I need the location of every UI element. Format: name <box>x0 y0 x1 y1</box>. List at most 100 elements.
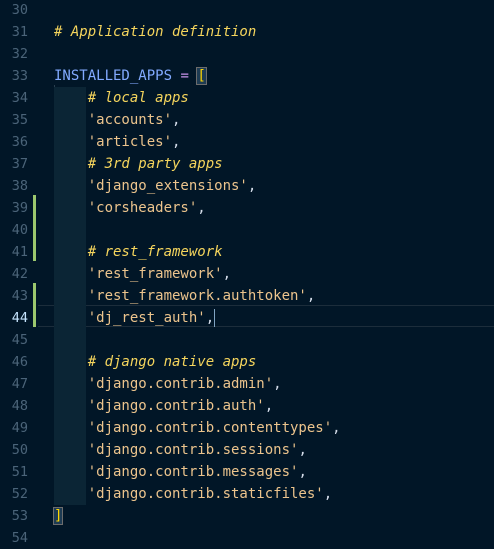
punctuation-token: , <box>172 112 181 128</box>
line-number: 37 <box>11 156 28 172</box>
punctuation-token: , <box>197 200 206 216</box>
operator-token: = <box>180 68 189 84</box>
punctuation-token <box>54 376 88 392</box>
code-line[interactable]: 54 <box>0 527 494 549</box>
code-line[interactable]: 50 'django.contrib.sessions', <box>0 439 494 461</box>
line-content: 'django.contrib.admin', <box>54 373 282 395</box>
line-number: 31 <box>11 24 28 40</box>
code-line[interactable]: 41 # rest_framework <box>0 241 494 263</box>
line-content: # django native apps <box>54 351 257 373</box>
code-line[interactable]: 49 'django.contrib.contenttypes', <box>0 417 494 439</box>
punctuation-token <box>54 156 88 172</box>
line-number: 45 <box>11 332 28 348</box>
line-number: 53 <box>11 508 28 524</box>
code-line[interactable]: 38 'django_extensions', <box>0 175 494 197</box>
code-line[interactable]: 51 'django.contrib.messages', <box>0 461 494 483</box>
indent-region <box>54 219 86 241</box>
code-line[interactable]: 44 'dj_rest_auth', <box>0 307 494 329</box>
line-number: 33 <box>11 68 28 84</box>
line-number: 47 <box>11 376 28 392</box>
punctuation-token <box>54 134 88 150</box>
code-line[interactable]: 48 'django.contrib.auth', <box>0 395 494 417</box>
punctuation-token <box>54 266 88 282</box>
line-content: 'django.contrib.auth', <box>54 395 273 417</box>
punctuation-token: , <box>264 398 274 414</box>
string-token: 'dj_rest_auth' <box>87 310 206 326</box>
punctuation-token <box>54 244 88 260</box>
punctuation-token <box>54 178 88 194</box>
code-line[interactable]: 53] <box>0 505 494 527</box>
punctuation-token <box>54 288 88 304</box>
line-number: 51 <box>11 464 28 480</box>
punctuation-token: , <box>222 266 232 282</box>
code-line[interactable]: 43 'rest_framework.authtoken', <box>0 285 494 307</box>
code-line[interactable]: 47 'django.contrib.admin', <box>0 373 494 395</box>
string-token: 'django.contrib.sessions' <box>87 442 299 458</box>
code-line[interactable]: 37 # 3rd party apps <box>0 153 494 175</box>
line-content: 'django.contrib.messages', <box>54 461 307 483</box>
string-token: 'articles' <box>87 134 173 150</box>
line-content: 'rest_framework', <box>54 263 231 285</box>
line-content: 'articles', <box>54 131 181 153</box>
code-line[interactable]: 45 <box>0 329 494 351</box>
punctuation-token <box>54 200 88 216</box>
line-number: 41 <box>11 244 28 260</box>
line-number: 36 <box>11 134 28 150</box>
line-number: 35 <box>11 112 28 128</box>
punctuation-token <box>54 486 88 502</box>
code-line[interactable]: 30 <box>0 0 494 21</box>
line-content: 'rest_framework.authtoken', <box>54 285 316 307</box>
code-editor[interactable]: 30 31 # Application definition 32 33 INSTALLE… <box>0 0 494 546</box>
code-line[interactable]: 32 <box>0 43 494 65</box>
line-number: 46 <box>11 354 28 370</box>
line-content: # 3rd party apps <box>54 153 223 175</box>
punctuation-token <box>54 420 88 436</box>
line-number: 34 <box>11 90 28 106</box>
code-line[interactable]: 39 'corsheaders', <box>0 197 494 219</box>
punctuation-token <box>54 354 88 370</box>
string-token: 'django.contrib.auth' <box>87 398 265 414</box>
string-token: 'django.contrib.contenttypes' <box>87 420 333 436</box>
code-line[interactable]: 35 'accounts', <box>0 109 494 131</box>
string-token: 'rest_framework.authtoken' <box>87 288 307 304</box>
code-line[interactable]: 42 'rest_framework', <box>0 263 494 285</box>
line-number: 40 <box>11 222 28 238</box>
line-content: 'django_extensions', <box>54 175 257 197</box>
punctuation-token <box>54 112 88 128</box>
line-content: 'django.contrib.contenttypes', <box>54 417 341 439</box>
line-number: 49 <box>11 420 28 436</box>
bracket-token: [ <box>196 67 207 85</box>
line-content: # rest_framework <box>54 241 223 263</box>
punctuation-token: , <box>205 310 215 326</box>
code-line[interactable]: 46 # django native apps <box>0 351 494 373</box>
code-line[interactable]: 36 'articles', <box>0 131 494 153</box>
punctuation-token: , <box>273 376 282 392</box>
punctuation-token <box>54 442 88 458</box>
line-number: 43 <box>11 288 28 304</box>
punctuation-token: , <box>247 178 257 194</box>
punctuation-token <box>54 90 88 106</box>
comment-token: # Application definition <box>54 24 257 40</box>
line-content: 'dj_rest_auth', <box>54 307 216 329</box>
string-token: 'django.contrib.admin' <box>87 376 274 392</box>
code-line[interactable]: 40 <box>0 219 494 241</box>
string-token: 'corsheaders' <box>87 200 198 216</box>
line-content: 'django.contrib.sessions', <box>54 439 307 461</box>
line-content: 'django.contrib.staticfiles', <box>54 483 332 505</box>
punctuation-token <box>54 398 88 414</box>
code-line[interactable]: 31 # Application definition <box>0 21 494 43</box>
line-number: 42 <box>11 266 28 282</box>
code-line[interactable]: 33 INSTALLED_APPS = [ <box>0 65 494 87</box>
line-number: 44 <box>11 310 28 326</box>
comment-token: # django native apps <box>87 354 257 370</box>
line-content: # local apps <box>54 87 189 109</box>
code-line[interactable]: 52 'django.contrib.staticfiles', <box>0 483 494 505</box>
line-content: # Application definition <box>54 21 256 43</box>
code-line[interactable]: 34 # local apps <box>0 87 494 109</box>
punctuation-token <box>54 310 88 326</box>
line-number: 48 <box>11 398 28 414</box>
punctuation-token: , <box>306 288 316 304</box>
bracket-token: ] <box>52 507 64 525</box>
comment-token: # rest_framework <box>87 244 223 260</box>
line-number: 32 <box>11 46 28 62</box>
